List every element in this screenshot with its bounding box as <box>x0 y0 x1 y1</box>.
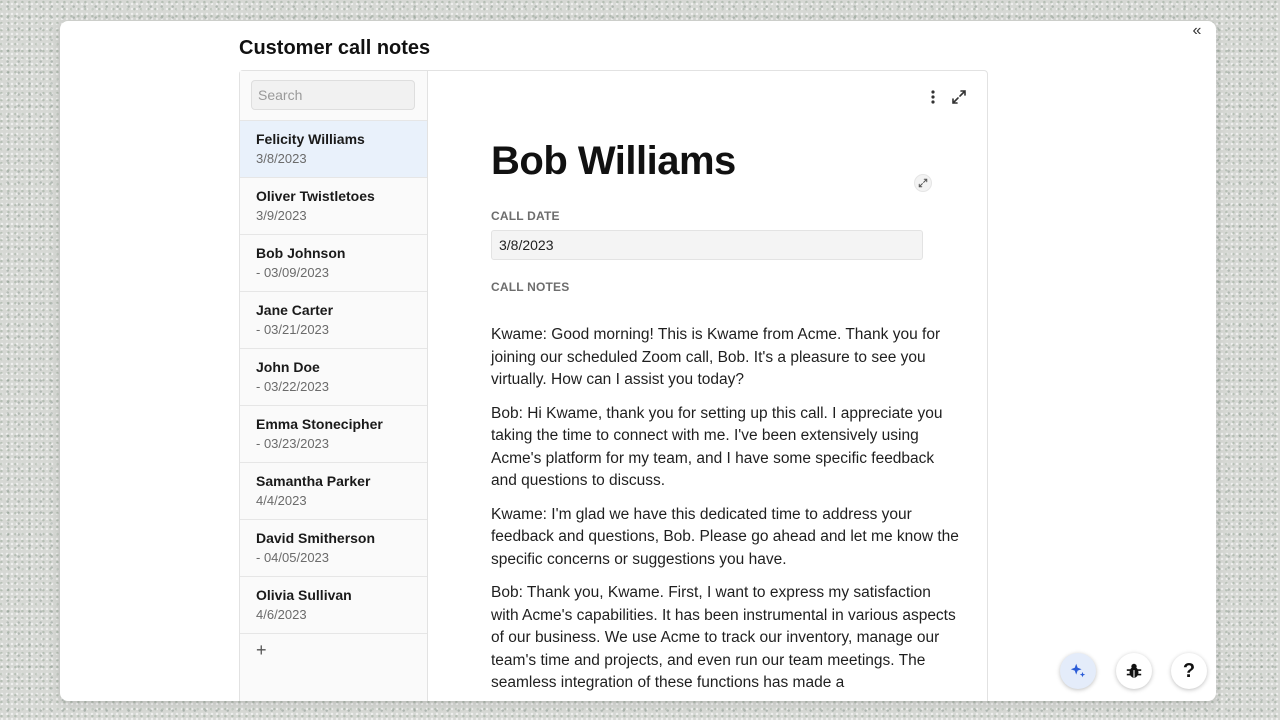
list-item[interactable]: Olivia Sullivan 4/6/2023 <box>240 577 427 634</box>
record-name: Bob Johnson <box>256 245 346 261</box>
record-date: - 03/22/2023 <box>256 379 330 394</box>
ai-assistant-button[interactable] <box>1060 653 1096 689</box>
list-item[interactable]: Bob Johnson - 03/09/2023 <box>240 235 427 292</box>
expand-icon[interactable] <box>951 87 967 107</box>
list-item[interactable]: Emma Stonecipher - 03/23/2023 <box>240 406 427 463</box>
record-name: Felicity Williams <box>256 131 365 147</box>
record-date: - 04/05/2023 <box>256 550 330 565</box>
note-paragraph: Kwame: I'm glad we have this dedicated t… <box>491 505 959 568</box>
add-record-button[interactable]: + <box>240 634 427 668</box>
record-list: Felicity Williams 3/8/2023 Oliver Twistlet… <box>240 121 427 634</box>
note-paragraph: Bob: Hi Kwame, thank you for setting up … <box>491 404 943 490</box>
record-actions <box>925 87 967 107</box>
list-item[interactable]: Felicity Williams 3/8/2023 <box>240 121 427 178</box>
help-button[interactable]: ? <box>1171 653 1207 689</box>
more-vertical-icon[interactable] <box>925 87 941 107</box>
record-name: Olivia Sullivan <box>256 587 352 603</box>
record-name: Oliver Twistletoes <box>256 188 375 204</box>
record-date: - 03/23/2023 <box>256 436 330 451</box>
record-date: 3/9/2023 <box>256 208 307 223</box>
record-name: John Doe <box>256 359 320 375</box>
app-window: « Customer call notes Felicity Williams 3… <box>60 21 1216 701</box>
records-sidebar: Felicity Williams 3/8/2023 Oliver Twistlet… <box>240 71 428 701</box>
list-item[interactable]: Jane Carter - 03/21/2023 <box>240 292 427 349</box>
record-date: 4/4/2023 <box>256 493 307 508</box>
page-title: Customer call notes <box>239 37 431 59</box>
record-date: - 03/21/2023 <box>256 322 330 337</box>
list-item[interactable]: Oliver Twistletoes 3/9/2023 <box>240 178 427 235</box>
search-input[interactable] <box>251 80 415 110</box>
record-date: - 03/09/2023 <box>256 265 330 280</box>
record-name: Emma Stonecipher <box>256 416 383 432</box>
call-notes-label: CALL NOTES <box>491 280 570 294</box>
collapse-panel-icon[interactable]: « <box>1188 23 1206 41</box>
record-name: Samantha Parker <box>256 473 371 489</box>
report-bug-button[interactable] <box>1116 653 1152 689</box>
record-name: Jane Carter <box>256 302 334 318</box>
note-paragraph: Bob: Thank you, Kwame. First, I want to … <box>491 584 956 691</box>
call-notes-text[interactable]: Kwame: Good morning! This is Kwame from … <box>491 324 961 701</box>
note-paragraph: Kwame: Good morning! This is Kwame from … <box>491 326 941 388</box>
record-date: 4/6/2023 <box>256 607 307 622</box>
expand-field-icon[interactable] <box>914 174 932 192</box>
record-name: David Smitherson <box>256 530 376 546</box>
record-detail: Bob Williams CALL DATE 3/8/2023 CALL NOT… <box>428 71 987 701</box>
notes-panel: Felicity Williams 3/8/2023 Oliver Twistlet… <box>239 70 988 701</box>
call-date-field[interactable]: 3/8/2023 <box>491 230 923 260</box>
sparkle-icon <box>1070 663 1086 678</box>
list-item[interactable]: Samantha Parker 4/4/2023 <box>240 463 427 520</box>
record-title: Bob Williams <box>491 139 736 183</box>
search-container <box>240 71 427 121</box>
call-date-label: CALL DATE <box>491 209 560 223</box>
list-item[interactable]: David Smitherson - 04/05/2023 <box>240 520 427 577</box>
list-item[interactable]: John Doe - 03/22/2023 <box>240 349 427 406</box>
record-date: 3/8/2023 <box>256 151 307 166</box>
bug-icon <box>1126 663 1142 678</box>
